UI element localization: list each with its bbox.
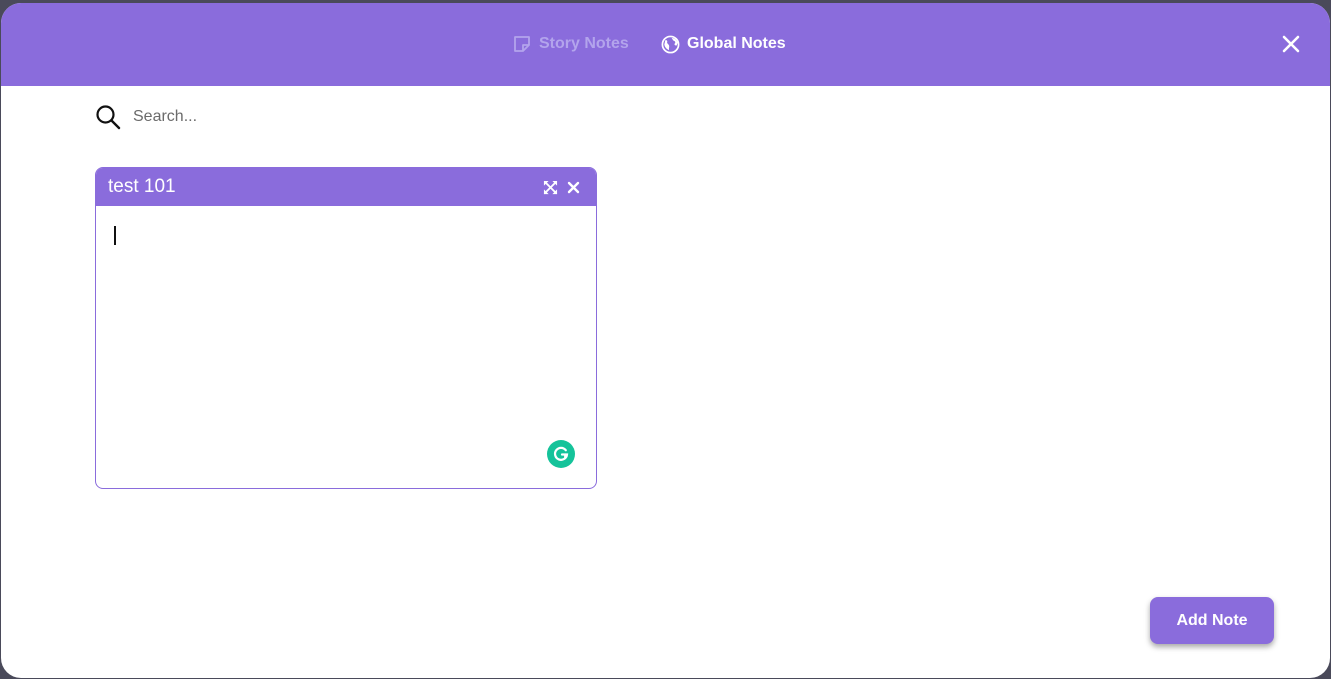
- sticky-note-icon: [512, 34, 532, 54]
- note-content-editor[interactable]: [96, 206, 596, 488]
- grammarly-icon[interactable]: [547, 440, 575, 468]
- tab-story-notes[interactable]: Story Notes: [512, 32, 629, 56]
- add-note-button[interactable]: Add Note: [1150, 597, 1274, 644]
- tab-story-notes-label: Story Notes: [539, 35, 629, 52]
- tab-global-notes[interactable]: Global Notes: [661, 32, 786, 56]
- notes-modal: Story Notes Global Notes Search... test …: [1, 3, 1330, 678]
- close-icon[interactable]: [1282, 35, 1300, 53]
- tab-global-notes-label: Global Notes: [687, 35, 786, 52]
- search-icon: [95, 104, 121, 130]
- search-input[interactable]: [131, 107, 435, 127]
- note-card: test 101: [95, 167, 597, 489]
- expand-icon[interactable]: [543, 180, 558, 195]
- globe-icon: [661, 35, 680, 54]
- search-bar: [95, 103, 495, 131]
- close-icon[interactable]: [567, 181, 580, 194]
- note-header: test 101: [96, 168, 596, 206]
- modal-header: Story Notes Global Notes: [1, 3, 1330, 86]
- note-title[interactable]: test 101: [108, 176, 176, 198]
- text-caret: [114, 226, 116, 245]
